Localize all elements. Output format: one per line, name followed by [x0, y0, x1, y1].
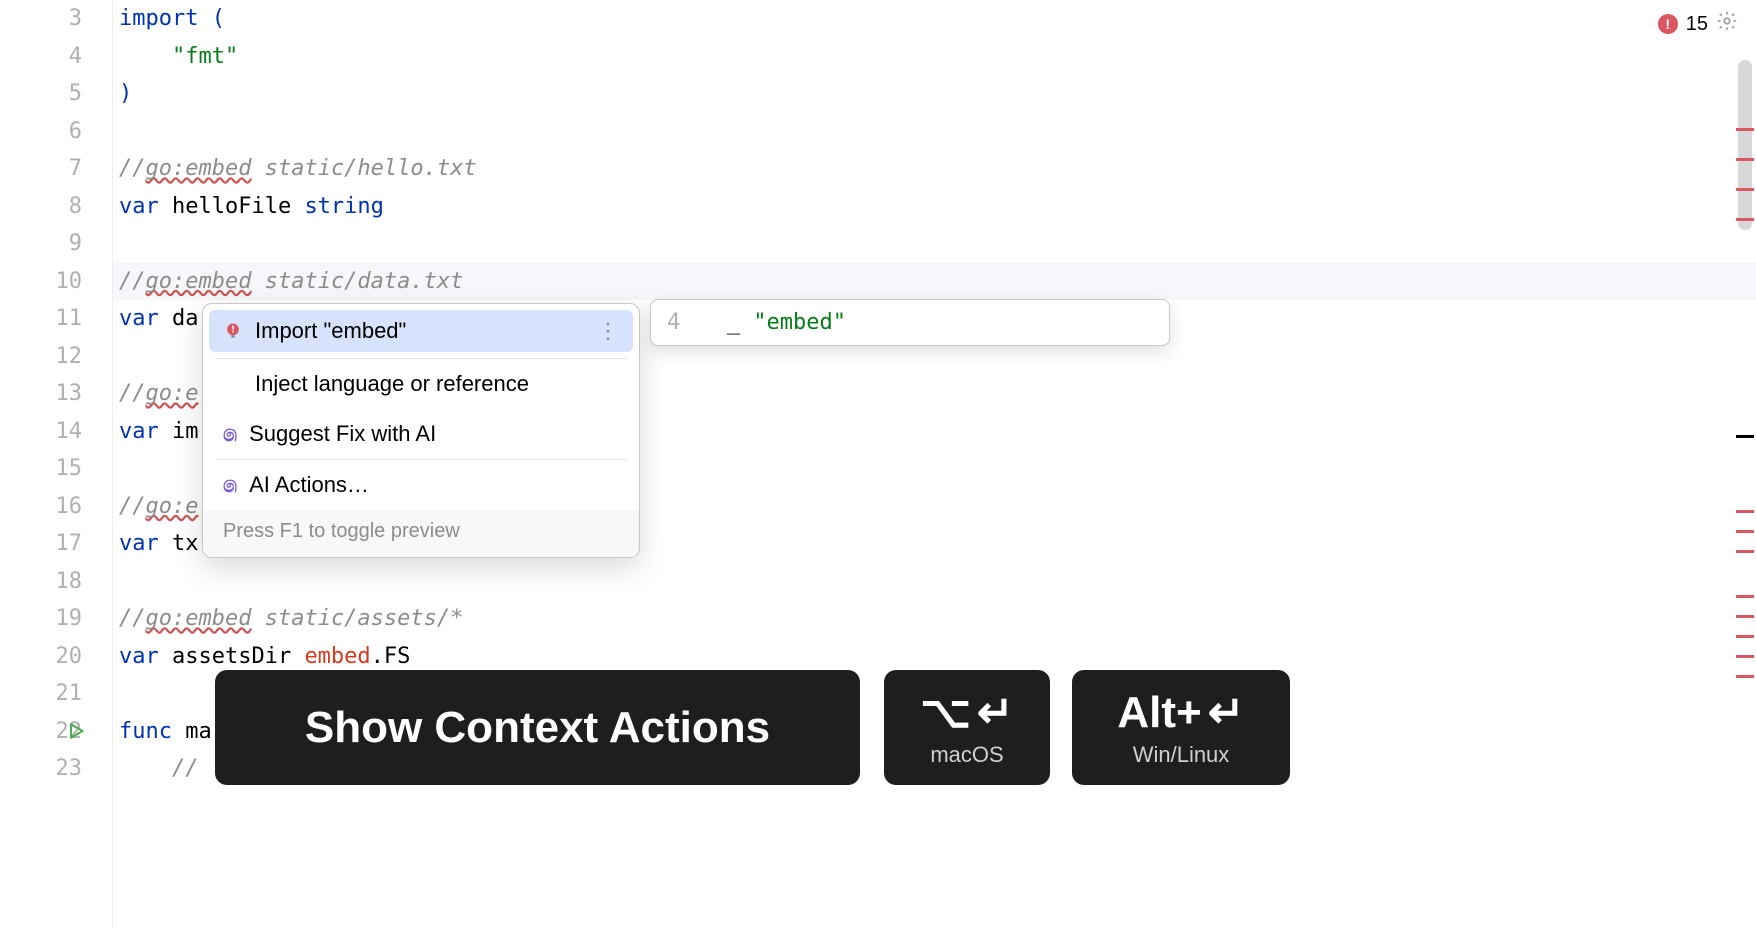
shortcut-hint-winlinux: Alt+ ↵ Win/Linux [1072, 670, 1290, 785]
svg-text:!: ! [231, 325, 234, 336]
error-stripe[interactable] [1736, 595, 1754, 598]
intention-item-import-embed[interactable]: ! Import "embed" ⋮ [209, 310, 633, 352]
intention-hint: Press F1 to toggle preview [203, 510, 639, 557]
error-stripe[interactable] [1736, 158, 1754, 161]
error-stripe[interactable] [1736, 128, 1754, 131]
shortcut-platform-label: macOS [930, 742, 1003, 768]
line-number: 4 [0, 38, 82, 76]
line-number-gutter: 3 4 5 6 7 8 9 10 11 12 13 14 15 16 17 18… [0, 0, 113, 928]
line-number: 13 [0, 375, 82, 413]
shortcut-keys-macos: ⌥ ↵ [920, 687, 1014, 738]
line-number: 23 [0, 750, 82, 788]
error-stripe[interactable] [1736, 188, 1754, 191]
intention-bulb-icon[interactable]: ! [131, 233, 151, 253]
shortcut-platform-label: Win/Linux [1133, 742, 1230, 768]
error-stripe[interactable] [1736, 615, 1754, 618]
line-number: 8 [0, 188, 82, 226]
line-number: 11 [0, 300, 82, 338]
shortcut-keys-winlinux: Alt+ ↵ [1117, 687, 1244, 738]
enter-key-icon: ↵ [1208, 687, 1245, 738]
line-number: 10 [0, 263, 82, 301]
scrollbar-thumb[interactable] [1738, 60, 1752, 230]
code-comment: //go:embed static/hello.txt [119, 156, 477, 181]
intention-item-label: Suggest Fix with AI [249, 421, 436, 447]
code-text: ) [119, 81, 132, 106]
error-stripe[interactable] [1736, 218, 1754, 221]
error-stripe[interactable] [1736, 655, 1754, 658]
intention-item-label: Import "embed" [255, 318, 406, 344]
line-number: 3 [0, 0, 82, 38]
line-number: 18 [0, 563, 82, 601]
code-comment: //go:e [119, 494, 198, 519]
line-number: 12 [0, 338, 82, 376]
line-number: 9 [0, 225, 82, 263]
shortcut-hint-title: Show Context Actions [305, 703, 770, 753]
shortcut-hint-macos: ⌥ ↵ macOS [884, 670, 1050, 785]
intention-item-label: Inject language or reference [255, 371, 529, 397]
vertical-scrollbar[interactable] [1738, 60, 1752, 750]
bulb-error-icon: ! [223, 321, 243, 341]
line-number: 16 [0, 488, 82, 526]
code-comment: //go:embed static/data.txt [119, 269, 463, 294]
error-count: 15 [1686, 13, 1708, 36]
ai-icon: ෧ [223, 421, 237, 447]
enter-key-icon: ↵ [977, 687, 1014, 738]
error-icon: ! [1658, 14, 1678, 34]
line-number: 20 [0, 638, 82, 676]
line-number: 19 [0, 600, 82, 638]
preview-code: "embed" [753, 310, 846, 335]
fix-preview-popup: 4 _ "embed" [650, 299, 1170, 346]
line-number: 14 [0, 413, 82, 451]
error-stripe[interactable] [1736, 675, 1754, 678]
code-text: import ( [119, 6, 225, 31]
ai-icon: ෧ [223, 472, 237, 498]
code-string: "fmt" [172, 44, 238, 69]
line-number: 15 [0, 450, 82, 488]
code-comment: //go:e [119, 381, 198, 406]
intention-actions-popup: ! Import "embed" ⋮ Inject language or re… [202, 303, 640, 558]
intention-item-label: AI Actions… [249, 472, 369, 498]
line-number: 7 [0, 150, 82, 188]
line-number: 17 [0, 525, 82, 563]
gear-icon[interactable] [1716, 10, 1738, 38]
line-number: 5 [0, 75, 82, 113]
code-comment: //go:embed static/assets/* [119, 606, 463, 631]
intention-item-ai-actions[interactable]: ෧ AI Actions… [203, 460, 639, 510]
intention-item-inject-language[interactable]: Inject language or reference [203, 359, 639, 409]
option-key-icon: ⌥ [920, 687, 971, 738]
more-options-icon[interactable]: ⋮ [597, 318, 619, 344]
inspection-status[interactable]: ! 15 [1658, 10, 1738, 38]
intention-item-suggest-fix-ai[interactable]: ෧ Suggest Fix with AI [203, 409, 639, 459]
run-gutter-icon[interactable] [66, 721, 86, 741]
preview-line-number: 4 [667, 310, 680, 335]
warning-stripe[interactable] [1736, 435, 1754, 438]
error-stripe[interactable] [1736, 530, 1754, 533]
error-stripe[interactable] [1736, 550, 1754, 553]
error-stripe[interactable] [1736, 635, 1754, 638]
line-number: 21 [0, 675, 82, 713]
shortcut-hint-main: Show Context Actions [215, 670, 860, 785]
error-stripe[interactable] [1736, 510, 1754, 513]
line-number: 6 [0, 113, 82, 151]
